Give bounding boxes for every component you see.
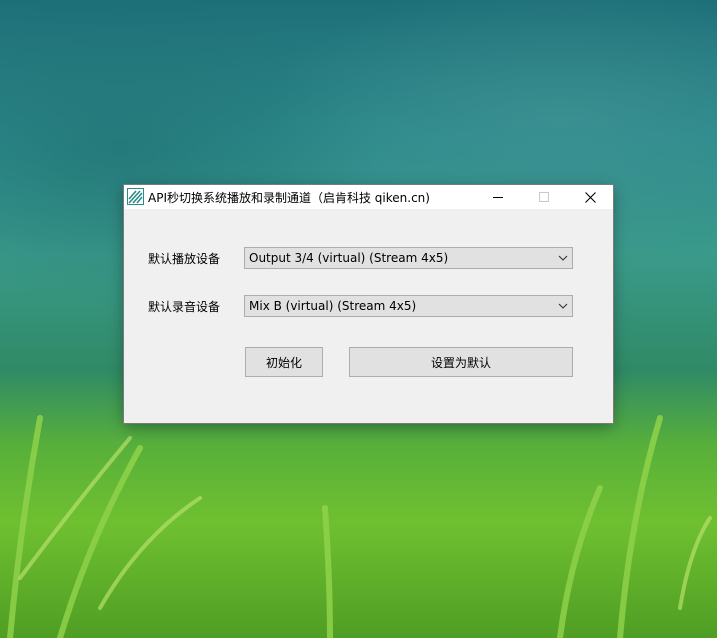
chevron-down-icon [558, 303, 568, 309]
desktop-background: API秒切换系统播放和录制通道（启肯科技 qiken.cn) 默认播放设备 Ou… [0, 0, 717, 638]
minimize-icon [493, 197, 503, 198]
maximize-button[interactable] [521, 185, 567, 209]
maximize-icon [539, 192, 549, 202]
main-window: API秒切换系统播放和录制通道（启肯科技 qiken.cn) 默认播放设备 Ou… [124, 185, 613, 423]
close-button[interactable] [567, 185, 613, 209]
close-icon [584, 191, 596, 203]
playback-device-value: Output 3/4 (virtual) (Stream 4x5) [249, 251, 449, 265]
playback-device-select[interactable]: Output 3/4 (virtual) (Stream 4x5) [244, 247, 573, 269]
app-icon [127, 188, 144, 205]
initialize-button[interactable]: 初始化 [245, 347, 323, 377]
title-bar[interactable]: API秒切换系统播放和录制通道（启肯科技 qiken.cn) [124, 185, 613, 209]
window-title: API秒切换系统播放和录制通道（启肯科技 qiken.cn) [148, 191, 430, 205]
recording-device-label: 默认录音设备 [148, 300, 221, 314]
minimize-button[interactable] [475, 185, 521, 209]
chevron-down-icon [558, 255, 568, 261]
playback-device-label: 默认播放设备 [148, 252, 221, 266]
set-default-button[interactable]: 设置为默认 [349, 347, 573, 377]
recording-device-select[interactable]: Mix B (virtual) (Stream 4x5) [244, 295, 573, 317]
recording-device-value: Mix B (virtual) (Stream 4x5) [249, 299, 417, 313]
